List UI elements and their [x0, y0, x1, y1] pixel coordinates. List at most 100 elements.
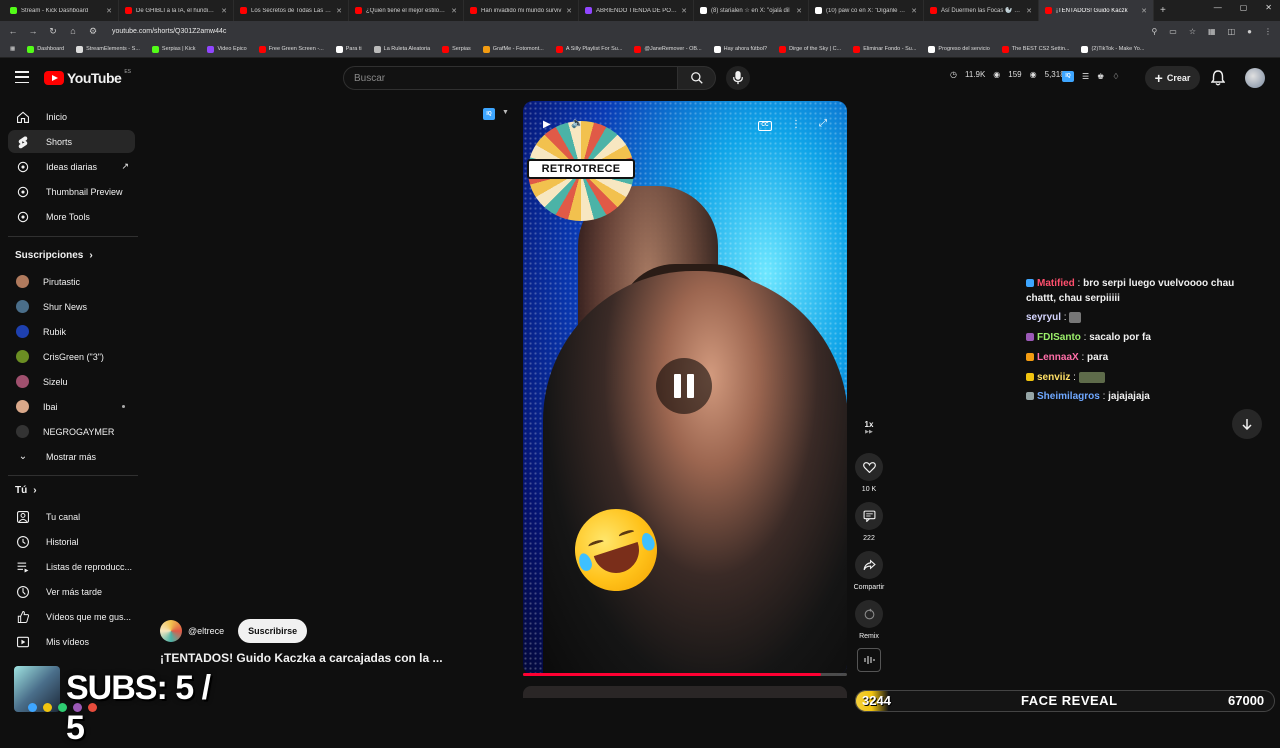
bookmark-item[interactable]: Dashboard	[23, 45, 68, 53]
fullscreen-icon[interactable]: ⤢	[819, 118, 827, 129]
bookmark-item[interactable]: A Silly Playlist For Su...	[552, 45, 627, 53]
channel-handle[interactable]: @eltrece	[188, 626, 224, 636]
more-options-icon[interactable]: ⋮	[791, 119, 801, 130]
sidebar-toggle-icon[interactable]: ◫	[1228, 27, 1236, 36]
bookmark-item[interactable]: The BEST CS2 Settin...	[998, 45, 1074, 53]
bookmark-item[interactable]: @JaneRemover - OB...	[630, 45, 705, 53]
extensions-icon[interactable]: ▦	[1208, 27, 1216, 36]
bookmark-item[interactable]: Dirge of the Sky | C...	[775, 45, 845, 53]
home-browser-icon[interactable]: ⌂	[68, 26, 78, 36]
tab-close-icon[interactable]: ✕	[1026, 7, 1032, 15]
video-title[interactable]: ¡TENTADOS! Guido Kaczka a carcajadas con…	[160, 651, 443, 665]
minimize-icon[interactable]: —	[1214, 3, 1222, 12]
cast-icon[interactable]: ▭	[1169, 27, 1177, 36]
sidebar-item-channel[interactable]: Tu canal	[8, 505, 135, 528]
tab-close-icon[interactable]: ✕	[106, 7, 112, 15]
subscription-item[interactable]: Sizelu	[8, 370, 135, 393]
tab-close-icon[interactable]: ✕	[566, 7, 572, 15]
bookmark-item[interactable]: Para ti	[332, 45, 366, 53]
browser-tab[interactable]: ¡TENTADOS! Guido Kaczk ✕	[1039, 0, 1154, 21]
sidebar-item-history[interactable]: Historial	[8, 530, 135, 553]
bookmark-item[interactable]: (2)TikTok - Make Yo...	[1077, 45, 1148, 53]
tab-close-icon[interactable]: ✕	[221, 7, 227, 15]
taskbar-app-icon[interactable]	[73, 703, 82, 712]
captions-icon[interactable]: CC	[758, 121, 772, 131]
bookmark-item[interactable]: Progreso del servicio	[924, 45, 993, 53]
bookmark-item[interactable]: GrafMe - Fotomont...	[479, 45, 548, 53]
bookmark-item[interactable]: La Ruleta Aleatoria	[370, 45, 434, 53]
chat-username[interactable]: LennaaX	[1037, 352, 1079, 363]
sidebar-item-watch-later[interactable]: Ver más tarde	[8, 580, 135, 603]
url-field[interactable]: youtube.com/shorts/Q301Z2amw44c	[112, 28, 1141, 35]
subscription-item[interactable]: CrisGreen ("3")	[8, 345, 135, 368]
tab-close-icon[interactable]: ✕	[911, 7, 917, 15]
sidebar-item-thumbnail[interactable]: Thumbnail Preview	[8, 180, 135, 203]
search-button[interactable]	[678, 66, 716, 90]
subscription-item[interactable]: Ibai	[8, 395, 135, 418]
channel-avatar[interactable]	[160, 620, 182, 642]
taskbar-app-icon[interactable]	[28, 703, 37, 712]
you-heading[interactable]: Tú ›	[15, 485, 37, 496]
sidebar-item-shorts[interactable]: Shorts	[8, 130, 135, 153]
browser-tab[interactable]: ¿Quién tiene el mejor estilo? E ✕	[349, 0, 464, 21]
shorts-video-player[interactable]: RETROTRECE ▶ 🔈 CC ⋮ ⤢	[523, 101, 847, 675]
search-input[interactable]: Buscar	[343, 66, 678, 90]
tab-close-icon[interactable]: ✕	[336, 7, 342, 15]
bookmark-item[interactable]: Free Green Screen -...	[255, 45, 328, 53]
subscription-item[interactable]: Pirutastic	[8, 270, 135, 293]
subscribe-button[interactable]: Suscribirse	[238, 619, 308, 643]
create-button[interactable]: + Crear	[1145, 66, 1200, 90]
share-button[interactable]	[855, 551, 883, 579]
sidebar-item-ideas[interactable]: Ideas diarias ↗	[8, 155, 135, 178]
subscription-item[interactable]: Shur News	[8, 295, 135, 318]
browser-tab[interactable]: Así Duermen las Focas 🦭 #sh ✕	[924, 0, 1039, 21]
bookmark-item[interactable]: Serpias	[438, 45, 475, 53]
list-icon[interactable]: ☰	[1082, 72, 1089, 81]
browser-tab[interactable]: Han invadido mi mundo surviv ✕	[464, 0, 579, 21]
apps-icon[interactable]: ▦	[6, 46, 19, 52]
volume-icon[interactable]: 🔈	[571, 118, 583, 129]
browser-tab[interactable]: (8) starialen ☆ en X: "ojalá dil ✕	[694, 0, 809, 21]
tab-close-icon[interactable]: ✕	[681, 7, 687, 15]
browser-menu-icon[interactable]: ⋮	[1264, 27, 1272, 36]
reload-icon[interactable]: ↻	[48, 26, 58, 37]
trophy-icon[interactable]: ♚	[1097, 72, 1104, 81]
chat-username[interactable]: Sheimilagros	[1037, 391, 1100, 402]
back-icon[interactable]: ←	[8, 26, 18, 36]
site-info-icon[interactable]: ⚙	[88, 26, 98, 37]
remix-button[interactable]	[855, 600, 883, 628]
browser-tab[interactable]: (10) paw co en X: "Díganle a S ✕	[809, 0, 924, 21]
pause-button[interactable]	[656, 358, 712, 414]
voice-search-button[interactable]	[726, 66, 750, 90]
play-icon[interactable]: ▶	[543, 119, 551, 130]
account-avatar[interactable]	[1245, 68, 1265, 88]
sound-button[interactable]	[857, 648, 881, 672]
menu-icon[interactable]	[15, 71, 29, 83]
tab-close-icon[interactable]: ✕	[1141, 7, 1147, 15]
close-window-icon[interactable]: ✕	[1265, 3, 1272, 12]
taskbar-app-icon[interactable]	[88, 703, 97, 712]
playback-speed[interactable]: 1x ▶▶	[862, 420, 876, 435]
tab-close-icon[interactable]: ✕	[796, 7, 802, 15]
like-button[interactable]	[855, 453, 883, 481]
notifications-button[interactable]	[1210, 70, 1226, 91]
bookmark-item[interactable]: StreamElements - S...	[72, 45, 144, 53]
taskbar-app-icon[interactable]	[58, 703, 67, 712]
subscriptions-heading[interactable]: Suscripciones ›	[15, 250, 93, 261]
iq-player-badge[interactable]: IQ	[483, 108, 495, 120]
bookmark-item[interactable]: Serpias | Kick	[148, 45, 200, 53]
chat-username[interactable]: Matified	[1037, 278, 1075, 289]
sidebar-item-my-videos[interactable]: Mis vídeos	[8, 630, 135, 653]
forward-icon[interactable]: →	[28, 26, 38, 36]
new-tab-icon[interactable]: +	[1160, 5, 1166, 16]
youtube-logo[interactable]: YouTube ES	[44, 69, 131, 86]
bookmark-item[interactable]: Eliminar Fondo - Su...	[849, 45, 920, 53]
bookmark-item[interactable]: Hay ahora fútbol?	[710, 45, 771, 53]
sidebar-item-like[interactable]: Vídeos que me gus...	[8, 605, 135, 628]
chevron-down-icon[interactable]: ▼	[502, 109, 509, 116]
bell-small-icon[interactable]: ♢	[1112, 72, 1119, 81]
taskbar-app-icon[interactable]	[43, 703, 52, 712]
zoom-icon[interactable]: ⚲	[1151, 27, 1157, 36]
browser-tab[interactable]: De GHIBLI a la IA, el hundimie ✕	[119, 0, 234, 21]
chat-username[interactable]: FDISanto	[1037, 332, 1081, 343]
